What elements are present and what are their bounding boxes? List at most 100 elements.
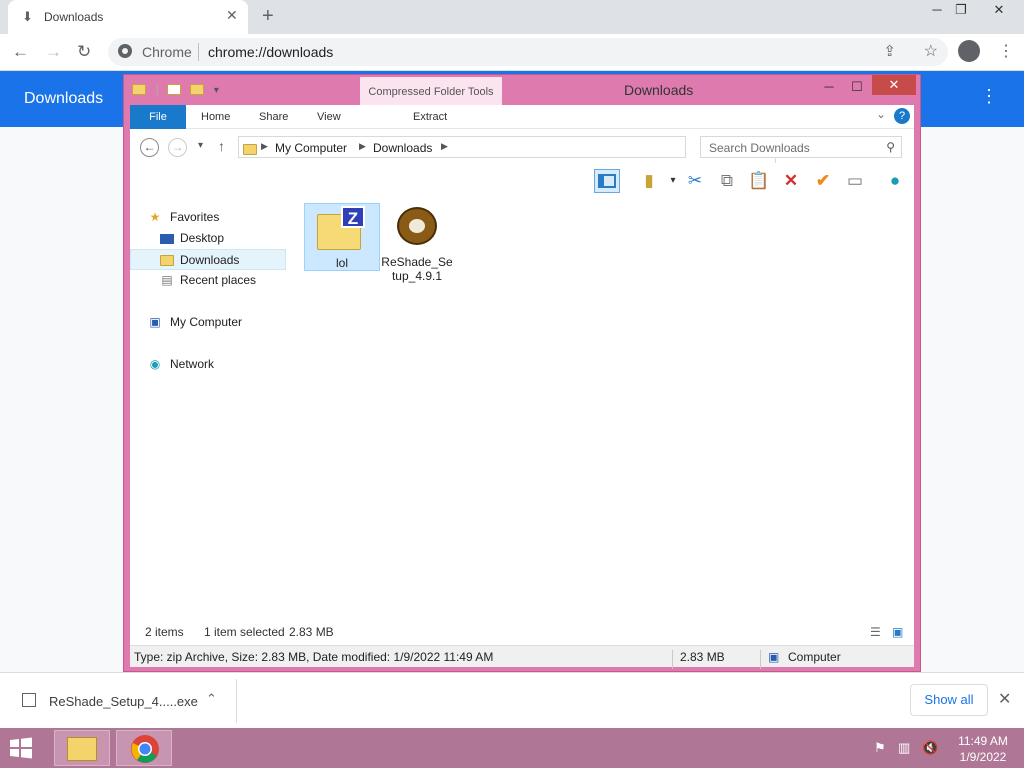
breadcrumb-my-computer[interactable]: My Computer bbox=[275, 141, 347, 155]
help-icon[interactable]: ? bbox=[894, 108, 910, 124]
close-window-button[interactable]: ✕ bbox=[984, 2, 1014, 18]
tab-strip: ⬇ Downloads ✕ + ─ ❐ ✕ bbox=[0, 0, 1024, 34]
paste-icon[interactable]: 📋 bbox=[746, 169, 772, 193]
explorer-maximize-button[interactable]: ☐ bbox=[844, 79, 870, 95]
breadcrumb-chevron-icon[interactable]: ▶ bbox=[261, 141, 268, 152]
selection-count: 1 item selected bbox=[204, 625, 285, 639]
new-folder-icon[interactable] bbox=[190, 84, 205, 96]
folder-icon[interactable] bbox=[132, 84, 146, 96]
file-item-lol[interactable]: Z lol bbox=[304, 203, 380, 271]
folder-options-icon[interactable]: ▮ bbox=[636, 169, 662, 193]
details-divider bbox=[760, 650, 761, 669]
profile-avatar[interactable] bbox=[958, 40, 980, 62]
large-icons-view-icon[interactable]: ▣ bbox=[892, 625, 903, 639]
search-icon[interactable]: ⚲ bbox=[886, 140, 895, 154]
context-tab-compressed[interactable]: Compressed Folder Tools bbox=[360, 77, 502, 107]
close-shelf-icon[interactable]: ✕ bbox=[998, 689, 1011, 709]
up-arrow-icon[interactable]: ↑ bbox=[218, 138, 225, 154]
item-count: 2 items bbox=[145, 625, 184, 639]
browser-toolbar: ← → ↻ Chrome chrome://downloads ⇪ ☆ ⋮ bbox=[0, 34, 1024, 71]
bookmark-star-icon[interactable]: ☆ bbox=[924, 41, 938, 61]
file-view: Z lol ReShade_Se tup_4.9.1 bbox=[292, 197, 914, 617]
tab-file[interactable]: File bbox=[130, 105, 186, 129]
tab-extract[interactable]: Extract bbox=[413, 111, 447, 123]
tab-downloads[interactable]: ⬇ Downloads ✕ bbox=[8, 0, 248, 34]
nav-label: Favorites bbox=[170, 210, 220, 224]
command-toolbar: ▮ ▾ ✂ ⧉ 📋 ✕ ✔ ▭ ● bbox=[130, 165, 914, 197]
details-view-icon[interactable]: ☰ bbox=[870, 625, 881, 639]
ribbon-expand-icon[interactable]: ⌄ bbox=[876, 107, 886, 121]
cut-icon[interactable]: ✂ bbox=[682, 169, 708, 193]
forward-button[interactable]: → bbox=[45, 42, 62, 62]
toolbar-divider: | bbox=[155, 81, 160, 96]
nav-label: My Computer bbox=[170, 315, 243, 329]
action-center-flag-icon[interactable]: ⚑ bbox=[874, 740, 886, 756]
exe-file-icon bbox=[22, 693, 36, 707]
forward-arrow-icon[interactable]: → bbox=[168, 138, 187, 157]
file-name: ReShade_Se tup_4.9.1 bbox=[381, 255, 453, 283]
check-icon[interactable]: ✔ bbox=[810, 169, 836, 193]
breadcrumb-chevron-icon[interactable]: ▶ bbox=[359, 141, 366, 152]
desktop-icon bbox=[160, 234, 174, 244]
nav-downloads[interactable]: Downloads bbox=[130, 249, 286, 270]
omnibox-url[interactable]: chrome://downloads bbox=[208, 44, 333, 60]
new-tab-button[interactable]: + bbox=[262, 5, 274, 28]
breadcrumb-chevron-icon[interactable]: ▶ bbox=[441, 141, 448, 152]
nav-recent-places[interactable]: ▤ Recent places bbox=[130, 270, 286, 291]
preview-pane-icon[interactable] bbox=[594, 169, 620, 193]
delete-icon[interactable]: ✕ bbox=[778, 169, 804, 193]
show-all-button[interactable]: Show all bbox=[910, 684, 988, 716]
chrome-icon bbox=[131, 735, 159, 763]
file-item-reshade[interactable]: ReShade_Se tup_4.9.1 bbox=[380, 203, 456, 283]
recent-locations-icon[interactable]: ▾ bbox=[198, 140, 203, 151]
taskbar: ⚑ ▥ 🔇 11:49 AM 1/9/2022 bbox=[0, 728, 1024, 768]
reload-button[interactable]: ↻ bbox=[77, 42, 91, 62]
restore-button[interactable]: ❐ bbox=[946, 2, 976, 18]
search-placeholder: Search Downloads bbox=[709, 141, 810, 155]
search-input[interactable]: Search Downloads ⚲ bbox=[700, 136, 902, 158]
more-actions-icon[interactable]: ⋮ bbox=[980, 86, 998, 107]
explorer-minimize-button[interactable]: ─ bbox=[816, 79, 842, 94]
nav-desktop[interactable]: Desktop bbox=[130, 228, 286, 249]
network-tray-icon[interactable]: ▥ bbox=[898, 740, 910, 756]
tab-share[interactable]: Share bbox=[259, 111, 288, 123]
browser-menu-icon[interactable]: ⋮ bbox=[998, 41, 1014, 61]
tab-view[interactable]: View bbox=[317, 111, 341, 123]
breadcrumb-downloads[interactable]: Downloads bbox=[373, 141, 432, 155]
back-button[interactable]: ← bbox=[12, 42, 29, 62]
zip-folder-icon: Z bbox=[317, 206, 365, 250]
copy-icon[interactable]: ⧉ bbox=[714, 169, 740, 193]
recent-places-icon: ▤ bbox=[161, 273, 173, 287]
share-icon[interactable]: ⇪ bbox=[883, 42, 896, 60]
properties-icon[interactable] bbox=[166, 84, 181, 96]
address-bar[interactable]: ▶ My Computer ▶ Downloads ▶ ⌄ ↻ bbox=[238, 136, 791, 163]
omnibox-site-label: Chrome bbox=[142, 44, 192, 60]
clock-time: 11:49 AM bbox=[958, 734, 1008, 748]
chevron-up-icon[interactable]: ⌃ bbox=[206, 691, 217, 707]
tab-close-icon[interactable]: ✕ bbox=[226, 7, 238, 24]
nav-favorites[interactable]: ★ Favorites bbox=[130, 207, 286, 228]
details-bar: Type: zip Archive, Size: 2.83 MB, Date m… bbox=[130, 645, 914, 669]
address-row: ← → ▾ ↑ ▶ My Computer ▶ Downloads ▶ ⌄ ↻ … bbox=[130, 129, 914, 165]
network-icon: ◉ bbox=[149, 357, 161, 371]
download-filename[interactable]: ReShade_Setup_4.....exe bbox=[49, 694, 198, 709]
omnibox[interactable]: Chrome chrome://downloads ⇪ ☆ bbox=[108, 38, 948, 66]
system-clock[interactable]: 11:49 AM 1/9/2022 bbox=[948, 733, 1018, 765]
star-icon: ★ bbox=[149, 210, 161, 224]
globe-icon[interactable]: ● bbox=[882, 169, 908, 193]
navigation-pane: ★ Favorites Desktop Downloads ▤ Recent p… bbox=[130, 197, 288, 617]
nav-my-computer[interactable]: ▣ My Computer bbox=[130, 312, 286, 333]
status-bar: 2 items 1 item selected 2.83 MB ☰ ▣ bbox=[130, 617, 914, 645]
nav-network[interactable]: ◉ Network bbox=[130, 354, 286, 375]
customize-dropdown-icon[interactable]: ▾ bbox=[214, 85, 219, 96]
tab-home[interactable]: Home bbox=[201, 111, 230, 123]
back-arrow-icon[interactable]: ← bbox=[140, 138, 159, 157]
taskbar-explorer[interactable] bbox=[54, 730, 110, 766]
windows-start-icon[interactable] bbox=[6, 736, 36, 760]
explorer-close-button[interactable]: ✕ bbox=[872, 75, 916, 95]
taskbar-chrome[interactable] bbox=[116, 730, 172, 766]
download-icon: ⬇ bbox=[22, 9, 33, 24]
rename-icon[interactable]: ▭ bbox=[842, 169, 868, 193]
volume-muted-icon[interactable]: 🔇 bbox=[922, 740, 938, 756]
clock-date: 1/9/2022 bbox=[959, 750, 1007, 764]
